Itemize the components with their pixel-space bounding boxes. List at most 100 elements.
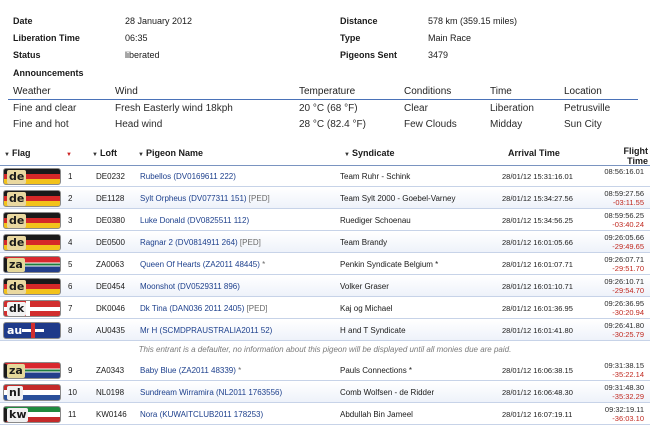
pigeon-link[interactable]: Dk Tina (DAN036 2011 2405): [140, 304, 244, 313]
sort-flag-button[interactable]: ▼ Flag: [4, 148, 30, 158]
flight-time-value: 09:26:05.66: [604, 233, 644, 242]
country-code: kw: [7, 408, 29, 422]
position-cell: 9: [68, 366, 73, 375]
sort-arrow-icon: ▼: [344, 152, 350, 158]
au-flag-icon: au: [3, 322, 61, 339]
pigeon-link[interactable]: Rubellos (DV0169611 222): [140, 172, 236, 181]
time-difference: -30:25.79: [612, 330, 644, 339]
table-row[interactable]: nl 10 NL0198 Sundream Wirramira (NL2011 176…: [0, 382, 650, 403]
weather-col-location: Location: [564, 86, 602, 97]
pigeon-link[interactable]: Nora (KUWAITCLUB2011 178253): [140, 410, 263, 419]
table-row[interactable]: za 9 ZA0343 Baby Blue (ZA2011 48339) * Pauls…: [0, 360, 650, 381]
arrival-time-cell: 28/01/12 16:01:05.66: [502, 238, 573, 247]
weather-col-time: Time: [490, 86, 512, 97]
table-row[interactable]: de 1 DE0232 Rubellos (DV0169611 222) Team Ru…: [0, 166, 650, 187]
syndicate-header-label: Syndicate: [351, 148, 395, 158]
pigeon-link[interactable]: Queen Of Hearts (ZA2011 48445): [140, 260, 260, 269]
pigeon-link[interactable]: Luke Donald (DV0825511 112): [140, 216, 249, 225]
position-cell: 1: [68, 172, 73, 181]
pigeon-cell: Sylt Orpheus (DV077311 151) [PED]: [140, 188, 336, 209]
sort-arrow-icon: ▼: [92, 152, 98, 158]
flight-time-value: 08:59:27.56: [604, 189, 644, 198]
table-row[interactable]: kw 11 KW0146 Nora (KUWAITCLUB2011 178253) Ab…: [0, 404, 650, 425]
type-value: Main Race: [428, 33, 472, 43]
table-row[interactable]: de 2 DE1128 Sylt Orpheus (DV077311 151) [PE…: [0, 188, 650, 209]
pigeon-link[interactable]: Sundream Wirramira (NL2011 1763556): [140, 388, 282, 397]
time-difference: -29:49.65: [612, 242, 644, 251]
info-row-status: Status liberated Pigeons Sent 3479: [0, 48, 650, 63]
pigeon-link[interactable]: Mr H (SCMDPRAUSTRALIA2011 52): [140, 326, 272, 335]
time-difference: -35:32.29: [612, 392, 644, 401]
table-row[interactable]: dk 7 DK0046 Dk Tina (DAN036 2011 2405) [PED…: [0, 298, 650, 319]
time-cell: Midday: [490, 119, 523, 130]
pigeon-cell: Baby Blue (ZA2011 48339) *: [140, 360, 336, 381]
pigeon-link[interactable]: Ragnar 2 (DV0814911 264): [140, 238, 238, 247]
weather-cell: Fine and clear: [13, 103, 77, 114]
arrival-time-cell: 28/01/12 15:34:56.25: [502, 216, 573, 225]
flight-time-cell: 09:32:19.11 -36:03.10: [605, 405, 644, 423]
flight-time-value: 09:26:07.71: [604, 255, 644, 264]
flight-time-value: 09:26:36.95: [604, 299, 644, 308]
country-code: za: [7, 364, 25, 378]
de-flag-icon: de: [3, 234, 61, 251]
loft-cell: DE0500: [96, 238, 125, 247]
weather-col-conditions: Conditions: [404, 86, 452, 97]
syndicate-cell: Team Ruhr - Schink: [340, 172, 411, 181]
distance-value: 578 km (359.15 miles): [428, 16, 518, 26]
arrival-time-cell: 28/01/12 16:06:38.15: [502, 366, 573, 375]
loft-header-label: Loft: [99, 148, 117, 158]
weather-row: Fine and clear Fresh Easterly wind 18kph…: [8, 101, 638, 117]
pigeon-cell: Mr H (SCMDPRAUSTRALIA2011 52): [140, 320, 336, 341]
position-cell: 5: [68, 260, 73, 269]
location-cell: Sun City: [564, 119, 602, 130]
ped-badge: [PED]: [237, 238, 261, 247]
wind-cell: Fresh Easterly wind 18kph: [115, 103, 233, 114]
position-cell: 4: [68, 238, 73, 247]
pigeon-link[interactable]: Sylt Orpheus (DV077311 151): [140, 194, 247, 203]
location-cell: Petrusville: [564, 103, 611, 114]
info-row-liberation: Liberation Time 06:35 Type Main Race: [0, 31, 650, 46]
flight-time-value: 08:59:56.25: [604, 211, 644, 220]
announcements-heading: Announcements: [13, 68, 84, 78]
table-row[interactable]: de 4 DE0500 Ragnar 2 (DV0814911 264) [PED] T…: [0, 232, 650, 253]
pigeon-cell: Queen Of Hearts (ZA2011 48445) *: [140, 254, 336, 275]
sort-pigeon-button[interactable]: ▼ Pigeon Name: [138, 148, 203, 158]
flight-time-value: 09:31:48.30: [604, 383, 644, 392]
flight-time-cell: 08:59:27.56 -03:11.55: [604, 189, 644, 207]
table-row[interactable]: de 3 DE0380 Luke Donald (DV0825511 112) Rued…: [0, 210, 650, 231]
info-row-date: Date 28 January 2012 Distance 578 km (35…: [0, 14, 650, 29]
sort-position-button[interactable]: ▼: [66, 148, 74, 158]
arrival-time-cell: 28/01/12 16:06:48.30: [502, 388, 573, 397]
arrival-time-cell: 28/01/12 15:31:16.01: [502, 172, 573, 181]
flight-time-cell: 09:26:05.66 -29:49.65: [604, 233, 644, 251]
table-row[interactable]: de 6 DE0454 Moonshot (DV0529311 896) Volker …: [0, 276, 650, 297]
sort-arrow-icon: ▼: [4, 152, 10, 158]
liberation-time-label: Liberation Time: [13, 33, 80, 43]
pigeon-cell: Rubellos (DV0169611 222): [140, 166, 336, 187]
flight-time-cell: 09:26:10.71 -29:54.70: [604, 277, 644, 295]
sort-syndicate-button[interactable]: ▼ Syndicate: [344, 148, 394, 158]
syndicate-cell: Pauls Connections *: [340, 366, 413, 375]
pigeon-link[interactable]: Moonshot (DV0529311 896): [140, 282, 240, 291]
table-row[interactable]: au 8 AU0435 Mr H (SCMDPRAUSTRALIA2011 52) H …: [0, 320, 650, 341]
za-flag-icon: za: [3, 362, 61, 379]
pigeon-link[interactable]: Baby Blue (ZA2011 48339): [140, 366, 236, 375]
flight-time-value: 09:26:10.71: [604, 277, 644, 286]
country-code: nl: [7, 386, 23, 400]
time-difference: -29:54.70: [612, 286, 644, 295]
loft-cell: DK0046: [96, 304, 125, 313]
syndicate-cell: Comb Wolfsen - de Ridder: [340, 388, 435, 397]
syndicate-cell: Ruediger Schoenau: [340, 216, 411, 225]
flight-time-cell: 09:31:38.15 -35:22.14: [604, 361, 644, 379]
table-row[interactable]: za 5 ZA0063 Queen Of Hearts (ZA2011 48445) …: [0, 254, 650, 275]
flight-time-cell: 09:26:36.95 -30:20.94: [604, 299, 644, 317]
sort-loft-button[interactable]: ▼ Loft: [92, 148, 117, 158]
syndicate-cell: H and T Syndicate: [340, 326, 406, 335]
arrival-time-header: Arrival Time: [508, 148, 560, 158]
pigeon-cell: Nora (KUWAITCLUB2011 178253): [140, 404, 336, 425]
position-cell: 3: [68, 216, 73, 225]
arrival-time-cell: 28/01/12 16:07:19.11: [502, 410, 573, 419]
flight-time-value: 09:31:38.15: [604, 361, 644, 370]
temperature-cell: 28 °C (82.4 °F): [299, 119, 366, 130]
nl-flag-icon: nl: [3, 384, 61, 401]
